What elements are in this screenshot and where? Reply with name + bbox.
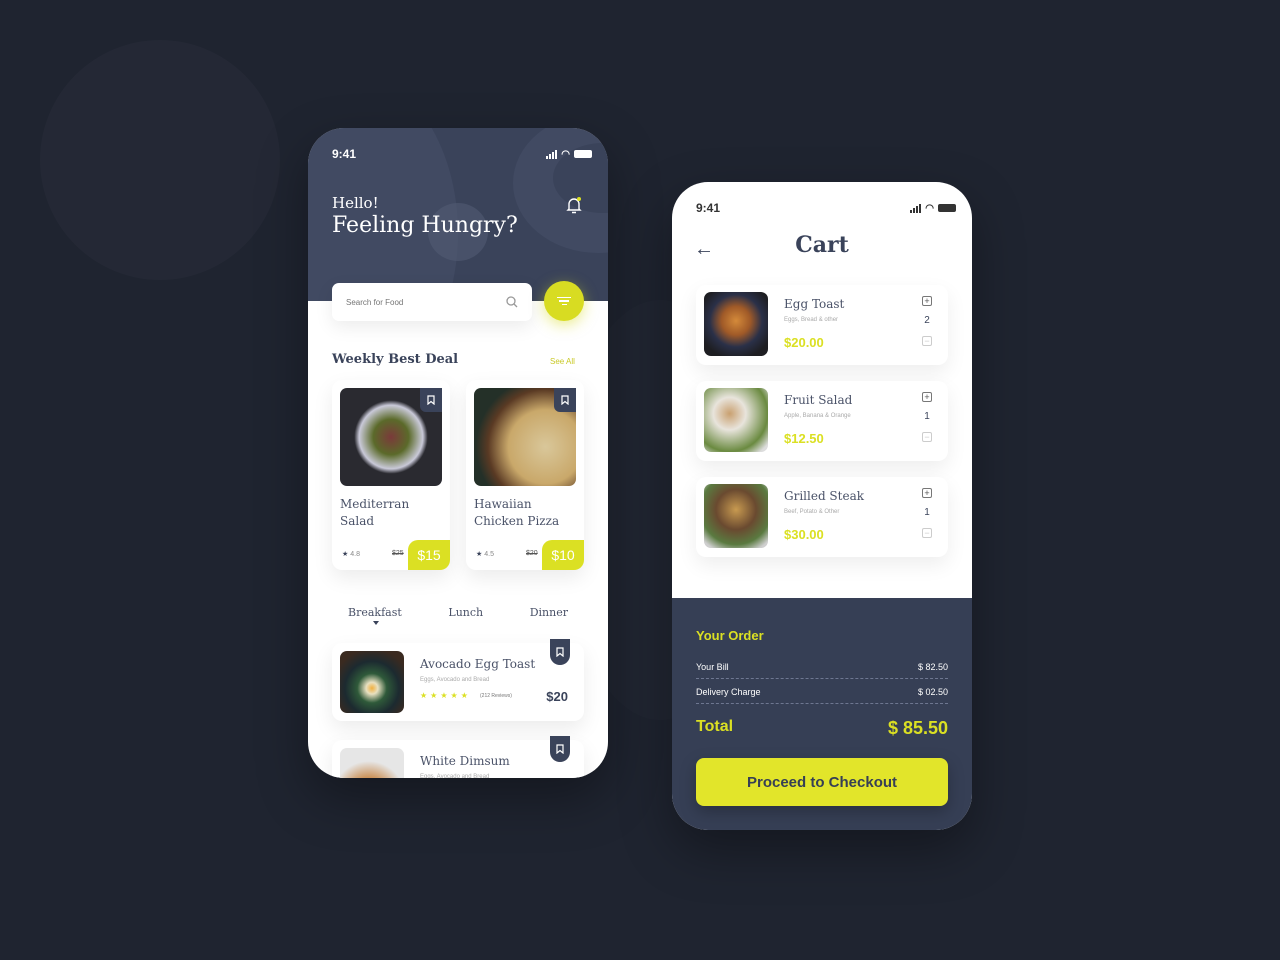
deal-rating: ★ 4.8 xyxy=(342,551,360,558)
food-image xyxy=(340,651,404,713)
item-quantity: 1 xyxy=(924,507,930,518)
status-time: 9:41 xyxy=(696,201,721,215)
home-screen: 9:41 ◠ Hello! Feeling Hungry? Weekly Bes… xyxy=(308,128,608,778)
item-desc: Beef, Potato & Other xyxy=(784,509,840,515)
tab-breakfast[interactable]: Breakfast xyxy=(332,606,418,625)
increase-qty-button[interactable]: + xyxy=(922,488,932,498)
bookmark-icon[interactable] xyxy=(550,736,570,762)
battery-icon xyxy=(574,150,592,158)
food-image xyxy=(704,292,768,356)
search-input[interactable] xyxy=(346,297,486,307)
increase-qty-button[interactable]: + xyxy=(922,392,932,402)
filter-button[interactable] xyxy=(544,281,584,321)
signal-icon xyxy=(546,149,558,159)
order-title: Your Order xyxy=(696,628,764,643)
deal-name: Mediterran Salad xyxy=(340,497,410,528)
review-count: (212 Reviews) xyxy=(480,693,512,699)
page-title: Cart xyxy=(795,232,849,258)
deal-price: $15 xyxy=(408,540,450,570)
bookmark-icon[interactable] xyxy=(550,639,570,665)
status-time: 9:41 xyxy=(332,147,357,161)
item-quantity: 2 xyxy=(924,315,930,326)
search-icon[interactable] xyxy=(506,296,518,308)
star-rating: ★★★★★ xyxy=(420,691,471,700)
bill-label: Your Bill xyxy=(696,662,729,672)
deal-name: Hawaiian Chicken Pizza xyxy=(474,497,560,528)
decrease-qty-button[interactable]: − xyxy=(922,432,932,442)
deal-card[interactable]: Hawaiian Chicken Pizza ★ 4.5 $20 $10 xyxy=(466,380,584,570)
signal-icon xyxy=(910,203,922,213)
item-name: Fruit Salad xyxy=(784,393,853,407)
meal-tabs: Breakfast Lunch Dinner xyxy=(332,606,584,625)
wifi-icon: ◠ xyxy=(925,202,934,214)
item-price: $20 xyxy=(546,689,568,704)
delivery-label: Delivery Charge xyxy=(696,687,761,697)
status-bar: 9:41 ◠ xyxy=(332,146,592,162)
total-value: $ 85.50 xyxy=(887,718,948,738)
item-price: $20.00 xyxy=(784,335,824,350)
star-icon: ★ xyxy=(476,551,483,558)
order-summary: Your Order Your Bill $ 82.50 Delivery Ch… xyxy=(672,598,972,830)
wifi-icon: ◠ xyxy=(561,148,570,160)
item-price: $30.00 xyxy=(784,527,824,542)
decrease-qty-button[interactable]: − xyxy=(922,528,932,538)
cart-item: Egg Toast Eggs, Bread & other $20.00 + 2… xyxy=(696,285,948,365)
star-icon: ★ xyxy=(342,551,349,558)
food-image xyxy=(340,748,404,778)
item-name: Egg Toast xyxy=(784,297,845,311)
background-decor xyxy=(40,40,280,280)
search-bar xyxy=(332,283,532,321)
deal-card[interactable]: Mediterran Salad ★ 4.8 $25 $15 xyxy=(332,380,450,570)
bookmark-icon[interactable] xyxy=(420,388,442,412)
item-quantity: 1 xyxy=(924,411,930,422)
item-name: Grilled Steak xyxy=(784,489,865,503)
bill-value: $ 82.50 xyxy=(917,662,948,672)
greeting: Hello! xyxy=(332,194,379,212)
section-title: Weekly Best Deal xyxy=(332,352,459,367)
item-name: White Dimsum xyxy=(420,754,510,768)
item-name: Avocado Egg Toast xyxy=(420,657,536,671)
food-image xyxy=(704,388,768,452)
delivery-value: $ 02.50 xyxy=(917,687,948,697)
cart-item: Fruit Salad Apple, Banana & Orange $12.5… xyxy=(696,381,948,461)
list-item[interactable]: Avocado Egg Toast Eggs, Avocado and Brea… xyxy=(332,639,584,721)
notification-bell-icon[interactable] xyxy=(566,196,582,214)
deal-price: $10 xyxy=(542,540,584,570)
headline: Feeling Hungry? xyxy=(332,213,518,238)
total-label: Total xyxy=(696,718,734,735)
battery-icon xyxy=(938,204,956,212)
delivery-row: Delivery Charge $ 02.50 xyxy=(696,687,948,704)
cart-item: Grilled Steak Beef, Potato & Other $30.0… xyxy=(696,477,948,557)
item-desc: Eggs, Avocado and Bread xyxy=(420,677,490,683)
status-bar: 9:41 ◠ xyxy=(696,200,956,216)
deal-rating: ★ 4.5 xyxy=(476,551,494,558)
bookmark-icon[interactable] xyxy=(554,388,576,412)
increase-qty-button[interactable]: + xyxy=(922,296,932,306)
cart-screen: 9:41 ◠ ← Cart Egg Toast Eggs, Bread & ot… xyxy=(672,182,972,830)
total-row: Total $ 85.50 xyxy=(696,718,948,739)
item-desc: Eggs, Avocado and Bread xyxy=(420,774,490,778)
tab-lunch[interactable]: Lunch xyxy=(432,606,499,619)
see-all-link[interactable]: See All xyxy=(550,357,575,366)
bill-row: Your Bill $ 82.50 xyxy=(696,662,948,679)
tab-dinner[interactable]: Dinner xyxy=(514,606,584,619)
item-desc: Apple, Banana & Orange xyxy=(784,413,851,419)
food-image xyxy=(704,484,768,548)
item-price: $12.50 xyxy=(784,431,824,446)
deal-old-price: $25 xyxy=(392,550,404,557)
deal-old-price: $20 xyxy=(526,550,538,557)
list-item[interactable]: White Dimsum Eggs, Avocado and Bread xyxy=(332,736,584,778)
checkout-button[interactable]: Proceed to Checkout xyxy=(696,758,948,806)
item-desc: Eggs, Bread & other xyxy=(784,317,839,323)
decrease-qty-button[interactable]: − xyxy=(922,336,932,346)
